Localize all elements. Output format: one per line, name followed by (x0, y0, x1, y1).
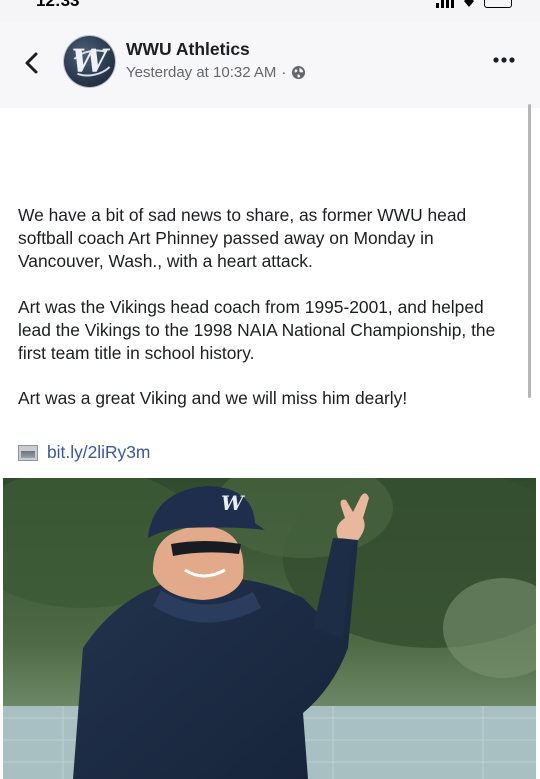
post-link[interactable]: bit.ly/2liRy3m (18, 442, 150, 463)
cap-logo-letter: W (221, 491, 246, 515)
post-text: We have a bit of sad news to share, as f… (18, 204, 518, 432)
status-icons (436, 0, 512, 8)
wifi-icon (464, 0, 474, 7)
post-link-text[interactable]: bit.ly/2liRy3m (47, 442, 150, 463)
post-timestamp[interactable]: Yesterday at 10:32 AM (126, 64, 276, 81)
battery-icon (484, 0, 512, 8)
post-paragraph: We have a bit of sad news to share, as f… (18, 205, 467, 272)
post-paragraph: Art was the Vikings head coach from 1995… (18, 296, 496, 364)
more-dots-icon[interactable] (492, 54, 516, 66)
post-header: W WWU Athletics Yesterday at 10:32 AM · (0, 22, 540, 108)
scrollbar[interactable] (528, 104, 531, 398)
meta-separator: · (281, 64, 287, 81)
photo-illustration: W (3, 478, 536, 779)
link-thumbnail-icon (18, 444, 38, 461)
post-photo[interactable]: W (3, 478, 536, 779)
avatar-logo-letter: W (71, 42, 108, 80)
post-paragraph: Art was a great Viking and we will miss … (18, 388, 408, 409)
page-name[interactable]: WWU Athletics (126, 39, 250, 60)
globe-icon (292, 65, 306, 80)
page-avatar[interactable]: W (64, 36, 115, 87)
status-time: 12:33 (36, 0, 80, 10)
back-chevron-icon[interactable] (22, 50, 42, 76)
post-meta: Yesterday at 10:32 AM · (126, 64, 306, 81)
signal-icon (436, 0, 454, 8)
status-bar: 12:33 (0, 0, 540, 22)
